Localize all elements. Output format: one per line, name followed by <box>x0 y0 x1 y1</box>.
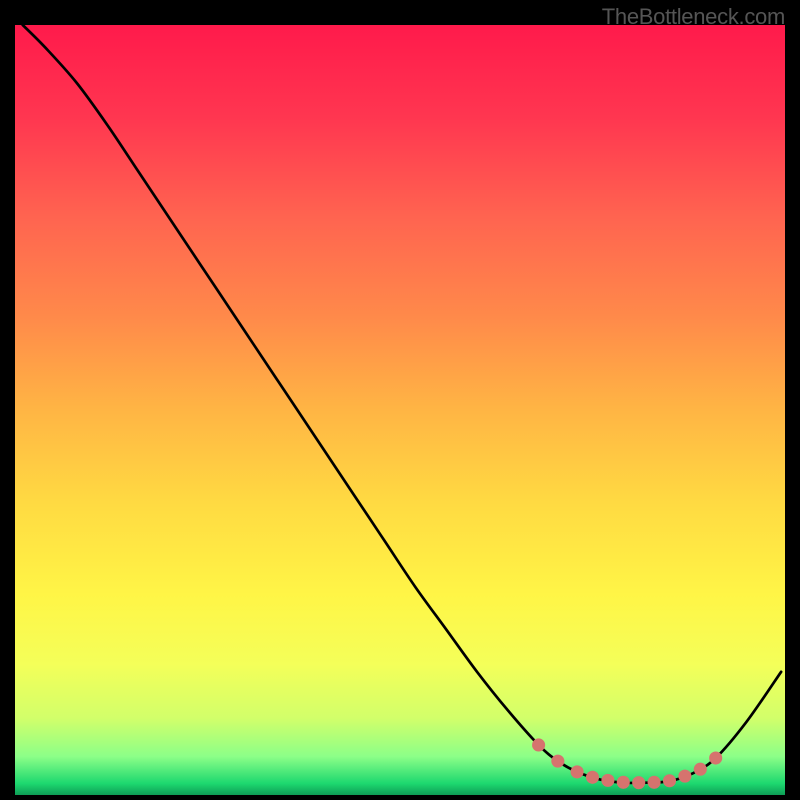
valley-dot <box>532 738 545 751</box>
valley-dot <box>617 776 630 789</box>
valley-dot <box>678 770 691 783</box>
valley-dot <box>601 774 614 787</box>
valley-dot <box>586 771 599 784</box>
valley-dot <box>709 751 722 764</box>
valley-dot <box>571 765 584 778</box>
valley-dot <box>632 776 645 789</box>
valley-dot <box>663 774 676 787</box>
bottleneck-curve <box>23 25 781 783</box>
valley-dots-group <box>532 738 722 789</box>
chart-frame <box>15 25 785 795</box>
valley-dot <box>694 763 707 776</box>
chart-curve-layer <box>15 25 785 795</box>
valley-dot <box>551 755 564 768</box>
valley-dot <box>648 776 661 789</box>
